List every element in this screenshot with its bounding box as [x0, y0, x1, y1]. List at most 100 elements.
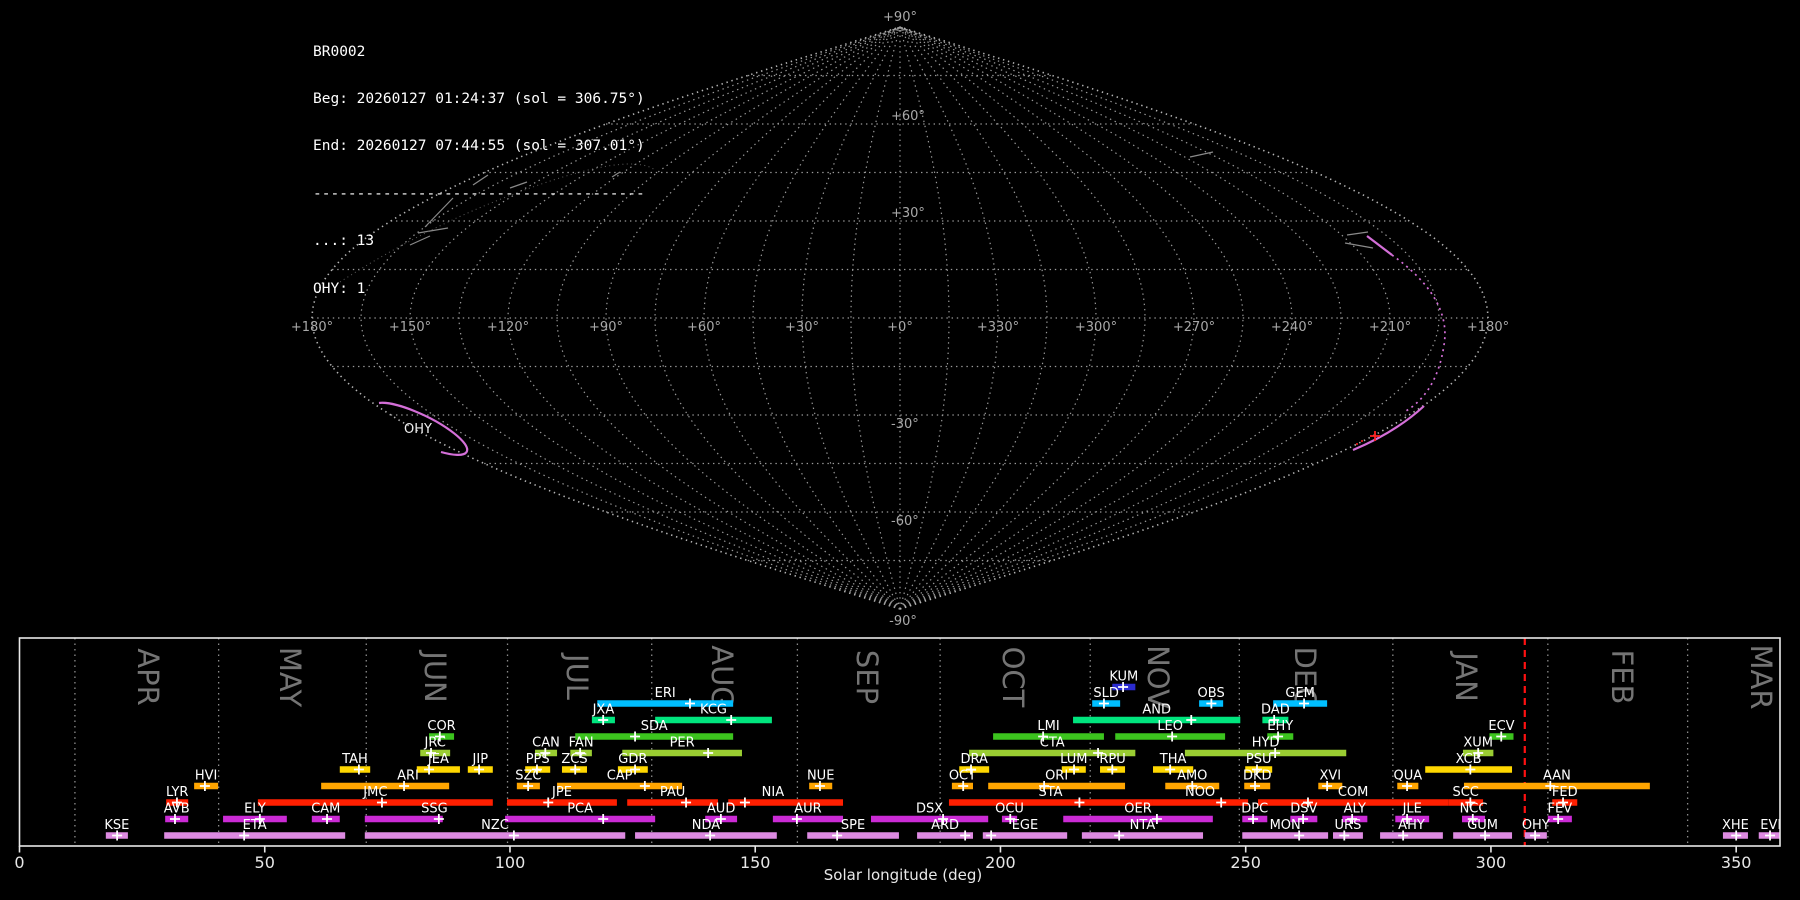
map-lon-label: +210° [1369, 320, 1411, 335]
shower-label-oer: OER [1124, 802, 1151, 817]
map-lon-label: +60° [687, 320, 721, 335]
x-tick-label: 100 [495, 853, 526, 872]
shower-label-nzc: NZC [481, 818, 509, 833]
x-tick-label: 200 [985, 853, 1016, 872]
map-lat-label: -30° [891, 417, 919, 432]
shower-label-nda: NDA [692, 818, 721, 833]
radiant-arc-solid-bottom [1352, 405, 1425, 452]
shower-label-mon: MON [1270, 818, 1301, 833]
map-track-segment [1189, 151, 1214, 158]
shower-bar-aur [772, 815, 844, 823]
radiant-map-screen: BR0002 Beg: 20260127 01:24:37 (sol = 306… [0, 0, 1800, 900]
shower-peak-marker-per [703, 748, 714, 758]
sporadic-count: ...: 13 [313, 233, 375, 250]
shower-label-cam: CAM [311, 802, 340, 817]
map-lon-label: +180° [1467, 320, 1509, 335]
shower-peak-marker-cap [639, 781, 650, 791]
shower-bar-mon [1242, 832, 1329, 839]
end-time: End: 20260127 07:44:55 (sol = 307.01°) [313, 138, 645, 155]
shower-bar-noo [1152, 799, 1249, 806]
shower-label-fan: FAN [569, 736, 594, 751]
month-label-jul: JUL [560, 652, 594, 700]
shower-peak-marker-sda [630, 731, 641, 742]
shower-bar-jmc [257, 799, 493, 806]
x-tick-label: 50 [255, 853, 275, 872]
map-lon-label: +30° [785, 320, 819, 335]
station-id: BR0002 [313, 43, 366, 60]
sky-map-and-activity-chart: +90°-90°+60°+30°-30°-60°+180° +150° +120° +… [14, 10, 1781, 884]
shower-peak-marker-nta [1114, 830, 1125, 841]
shower-label-jea: JEA [427, 752, 449, 767]
shower-label-nia: NIA [762, 785, 785, 800]
month-label-sep: SEP [850, 650, 884, 704]
shower-bar-spe [807, 832, 899, 839]
shower-peak-marker-and [1186, 715, 1197, 725]
map-lon-label: +330° [977, 320, 1019, 335]
map-lon-label: +270° [1173, 320, 1215, 335]
map-lon-label: +240° [1271, 320, 1313, 335]
shower-label-tha: THA [1159, 752, 1187, 767]
shower-label-gdr: GDR [618, 752, 647, 767]
shower-label-ehy: EHY [1267, 719, 1293, 734]
shower-label-ori: ORI [1045, 769, 1068, 784]
begin-time: Beg: 20260127 01:24:37 (sol = 306.75°) [313, 90, 645, 107]
shower-label-ege: EGE [1012, 818, 1039, 833]
shower-label-jpe: JPE [551, 785, 572, 800]
shower-bar-eta [164, 832, 346, 839]
x-tick-label: 150 [740, 853, 771, 872]
map-pole-label-north: +90° [883, 10, 917, 25]
x-tick-label: 0 [14, 853, 24, 872]
shower-label-ely: ELY [244, 802, 266, 817]
month-label-oct: OCT [996, 647, 1030, 708]
shower-bar-dsx [870, 815, 989, 823]
shower-bar-kcg [655, 716, 772, 724]
shower-label-jmc: JMC [362, 785, 387, 800]
shower-label-ard: ARD [931, 818, 959, 833]
x-tick-label: 250 [1230, 853, 1261, 872]
ohy-radiant-label: OHY [404, 422, 432, 437]
shower-label-gum: GUM [1467, 818, 1498, 833]
month-label-nov: NOV [1141, 645, 1175, 709]
shower-bar-pau [627, 799, 718, 806]
shower-label-lmi: LMI [1037, 719, 1059, 734]
shower-label-scc: SCC [1452, 785, 1478, 800]
shower-label-eta: ETA [243, 818, 267, 833]
shower-bar-jea [416, 766, 460, 773]
shower-bar-ssg [364, 815, 443, 823]
shower-label-noo: NOO [1185, 785, 1215, 800]
shower-label-per: PER [670, 736, 695, 751]
shower-label-ssg: SSG [421, 802, 448, 817]
shower-peak-marker-nzc [508, 830, 519, 841]
shower-label-avb: AVB [164, 802, 190, 817]
shower-peak-marker-ard [960, 830, 971, 841]
month-label-feb: FEB [1605, 650, 1639, 705]
shower-label-dsx: DSX [916, 802, 943, 817]
shower-label-fed: FED [1552, 785, 1578, 800]
shower-peak-marker-ege [986, 830, 997, 841]
shower-label-aur: AUR [794, 802, 821, 817]
shower-peak-marker-kcg [726, 715, 737, 725]
map-lon-label: +0° [887, 320, 913, 335]
shower-label-tah: TAH [341, 752, 368, 767]
map-pole-label-south: -90° [889, 614, 917, 629]
shower-bar-jpe [507, 799, 617, 806]
shower-peak-marker-nia [739, 797, 750, 808]
shower-count: OHY: 1 [313, 280, 366, 297]
shower-label-sda: SDA [641, 719, 668, 734]
month-label-aug: AUG [705, 645, 739, 709]
shower-label-ahy: AHY [1398, 818, 1425, 833]
shower-label-gem: GEM [1285, 686, 1315, 701]
shower-label-cap: CAP [607, 769, 633, 784]
shower-bar-sda [575, 733, 734, 740]
shower-label-sld: SLD [1093, 686, 1119, 701]
shower-label-fev: FEV [1548, 802, 1573, 817]
month-label-jun: JUN [418, 649, 452, 702]
shower-label-jle: JLE [1402, 802, 1422, 817]
shower-label-sta: STA [1038, 785, 1062, 800]
month-label-jan: JAN [1449, 650, 1483, 702]
map-lat-label: +60° [891, 109, 925, 124]
shower-bar-nta [1081, 832, 1204, 839]
shower-label-kcg: KCG [700, 703, 727, 718]
shower-label-jrc: JRC [424, 736, 446, 751]
separator-dashes: -------------------------------------- [313, 185, 645, 202]
